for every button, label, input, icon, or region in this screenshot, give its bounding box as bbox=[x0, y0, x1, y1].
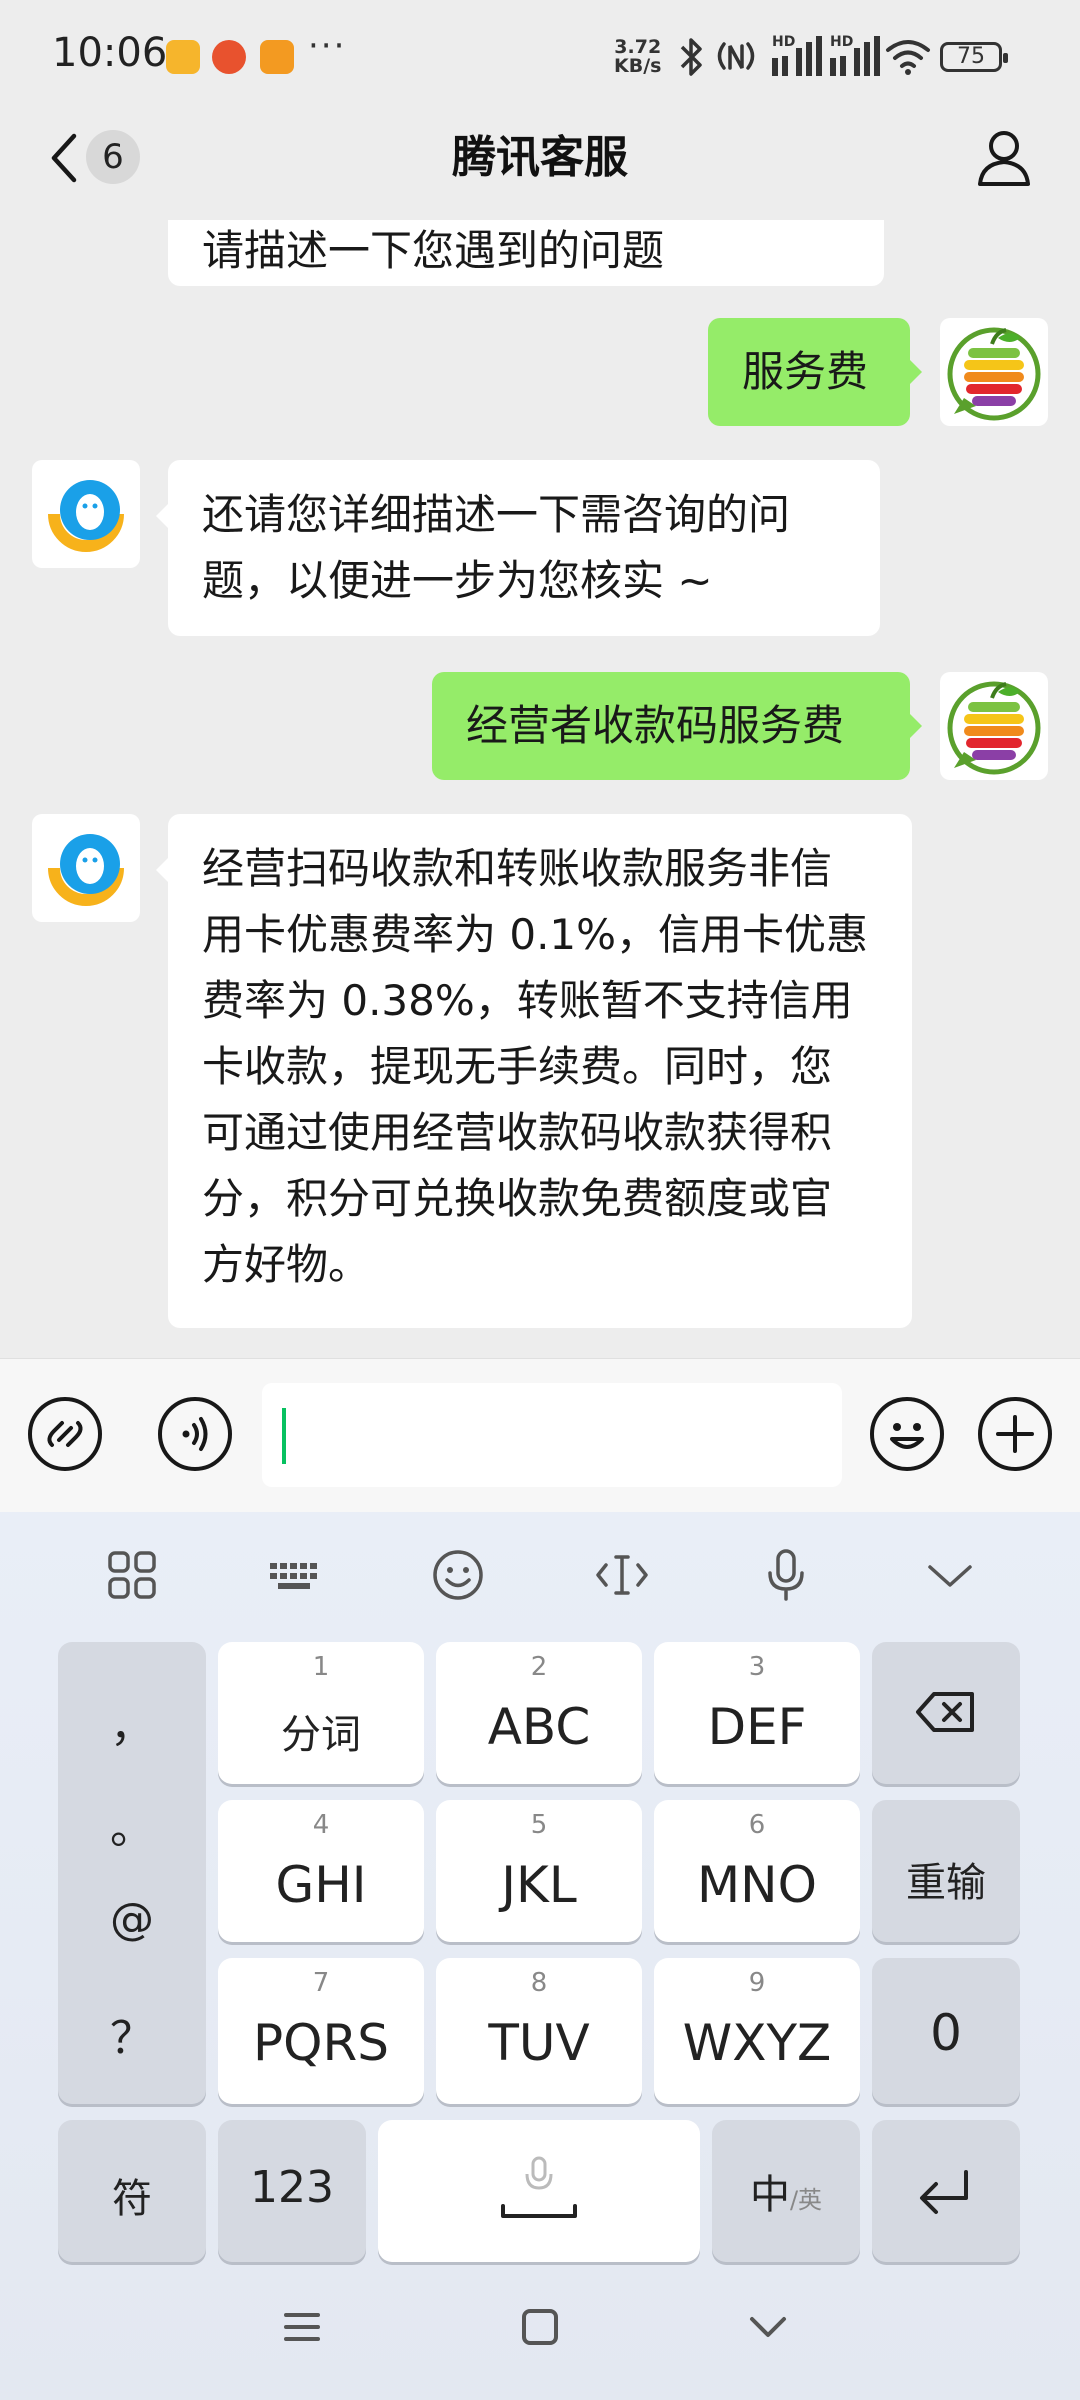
enter-key[interactable] bbox=[872, 2120, 1020, 2262]
voice-input-button[interactable] bbox=[158, 1397, 232, 1471]
status-time: 10:06 bbox=[52, 30, 168, 76]
smiley-icon bbox=[890, 1423, 924, 1449]
key-period[interactable]: 。 bbox=[58, 1792, 206, 1856]
more-notifications: ··· bbox=[308, 26, 347, 66]
apple-logo-icon bbox=[947, 327, 1041, 421]
key-at[interactable]: @ bbox=[58, 1894, 206, 1945]
reinput-key[interactable]: 重输 bbox=[872, 1800, 1020, 1942]
chat-title: 腾讯客服 bbox=[452, 132, 628, 183]
apple-logo-icon bbox=[947, 681, 1041, 775]
notes-app-icon bbox=[166, 40, 200, 74]
key-0[interactable]: 0 bbox=[872, 1958, 1020, 2104]
qq-support-logo-icon bbox=[48, 480, 124, 552]
text-cursor bbox=[282, 1408, 286, 1464]
punctuation-column[interactable]: ， 。 @ ？ bbox=[58, 1642, 206, 2104]
backspace-icon bbox=[916, 1692, 974, 1732]
game-app-icon bbox=[212, 40, 246, 74]
plus-icon bbox=[996, 1415, 1034, 1453]
apps-icon[interactable] bbox=[102, 1545, 162, 1605]
key-4[interactable]: 4 GHI bbox=[218, 1800, 424, 1942]
nfc-icon bbox=[717, 42, 755, 70]
key-5[interactable]: 5 JKL bbox=[436, 1800, 642, 1942]
mini-program-button[interactable] bbox=[28, 1397, 102, 1471]
enter-icon bbox=[920, 2170, 968, 2214]
message-bubble-outgoing[interactable]: 服务费 bbox=[708, 318, 910, 426]
delete-key[interactable] bbox=[872, 1642, 1020, 1784]
signal-icon-2: HD bbox=[830, 34, 886, 78]
emoji-icon[interactable] bbox=[428, 1545, 488, 1605]
support-avatar[interactable] bbox=[32, 814, 140, 922]
space-key[interactable] bbox=[378, 2120, 700, 2262]
signal-icon-1: HD bbox=[772, 34, 828, 78]
key-question[interactable]: ？ bbox=[58, 2002, 206, 2066]
key-comma[interactable]: ， bbox=[58, 1690, 206, 1754]
keyboard-icon[interactable] bbox=[264, 1545, 324, 1605]
contact-profile-icon[interactable] bbox=[976, 128, 1032, 188]
bluetooth-icon bbox=[680, 38, 702, 76]
link-icon bbox=[47, 1421, 83, 1447]
my-avatar[interactable] bbox=[940, 672, 1048, 780]
message-bubble-outgoing[interactable]: 经营者收款码服务费 bbox=[432, 672, 910, 780]
microphone-icon[interactable] bbox=[756, 1545, 816, 1605]
key-3[interactable]: 3 DEF bbox=[654, 1642, 860, 1784]
my-avatar[interactable] bbox=[940, 318, 1048, 426]
symbols-key[interactable]: 符 bbox=[58, 2120, 206, 2262]
key-1[interactable]: 1 分词 bbox=[218, 1642, 424, 1784]
key-7[interactable]: 7 PQRS bbox=[218, 1958, 424, 2104]
bubble-tail bbox=[908, 358, 922, 386]
key-2[interactable]: 2 ABC bbox=[436, 1642, 642, 1784]
qq-support-logo-icon bbox=[48, 834, 124, 906]
back-nav-icon[interactable] bbox=[746, 2305, 790, 2349]
more-actions-button[interactable] bbox=[978, 1397, 1052, 1471]
key-6[interactable]: 6 MNO bbox=[654, 1800, 860, 1942]
key-8[interactable]: 8 TUV bbox=[436, 1958, 642, 2104]
bubble-tail bbox=[908, 712, 922, 740]
message-input[interactable] bbox=[262, 1383, 842, 1487]
space-bar-icon bbox=[501, 2156, 577, 2218]
message-bubble-incoming[interactable]: 经营扫码收款和转账收款服务非信 用卡优惠费率为 0.1%，信用卡优惠 费率为 0… bbox=[168, 814, 912, 1328]
collapse-icon[interactable] bbox=[920, 1545, 980, 1605]
chat-message-list[interactable]: 请描述一下您遇到的问题 服务费 还请您详细描述一下需咨询的问 题，以便进一步为您… bbox=[0, 220, 1080, 1358]
language-switch-key[interactable]: 中/英 bbox=[712, 2120, 860, 2262]
voice-icon bbox=[182, 1417, 208, 1451]
wifi-icon bbox=[886, 40, 930, 75]
numbers-key[interactable]: 123 bbox=[218, 2120, 366, 2262]
home-nav-icon[interactable] bbox=[518, 2305, 562, 2349]
message-bubble-incoming[interactable]: 还请您详细描述一下需咨询的问 题，以便进一步为您核实 ~ bbox=[168, 460, 880, 636]
net-speed: 3.72 KB/s bbox=[614, 36, 662, 77]
message-bubble-incoming[interactable]: 请描述一下您遇到的问题 bbox=[168, 220, 884, 286]
emoji-button[interactable] bbox=[870, 1397, 944, 1471]
support-avatar[interactable] bbox=[32, 460, 140, 568]
key-9[interactable]: 9 WXYZ bbox=[654, 1958, 860, 2104]
battery-indicator: 75 bbox=[940, 42, 1008, 72]
cursor-icon[interactable] bbox=[592, 1545, 652, 1605]
menu-nav-icon[interactable] bbox=[280, 2305, 324, 2349]
shield-app-icon bbox=[260, 40, 294, 74]
